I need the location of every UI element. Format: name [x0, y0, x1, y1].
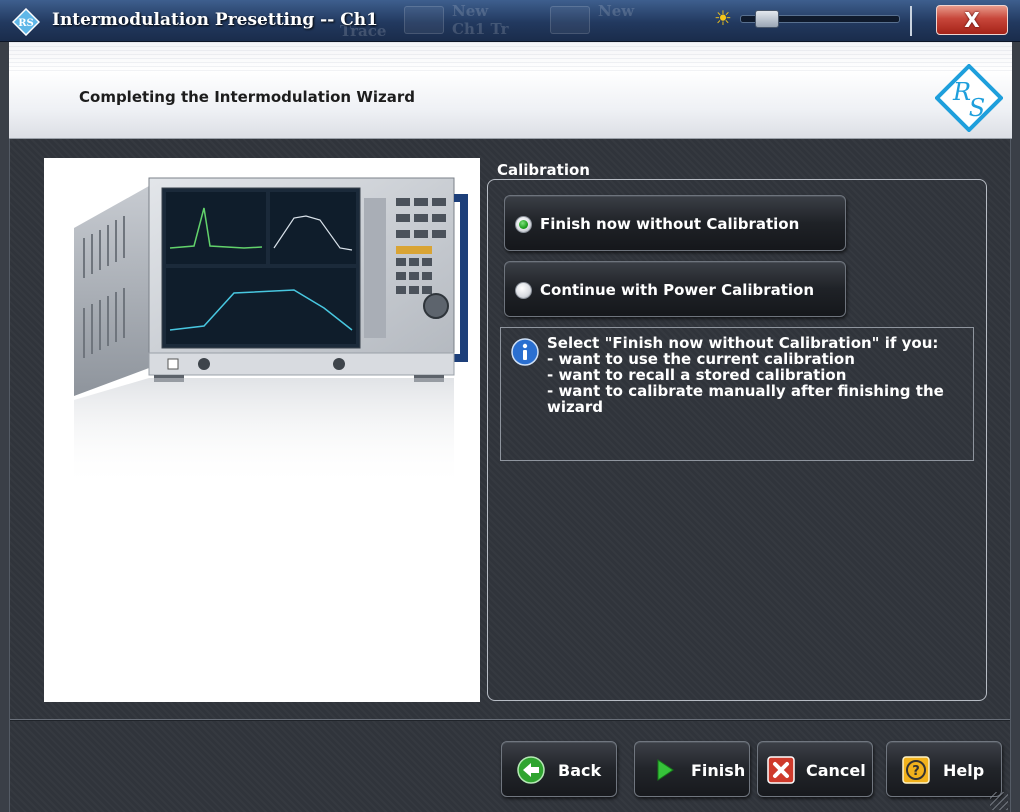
- close-button[interactable]: X: [936, 5, 1008, 35]
- close-icon: X: [964, 8, 980, 32]
- info-box: Select "Finish now without Calibration" …: [500, 327, 974, 461]
- instrument-image: [44, 158, 480, 702]
- wizard-body: Calibration Finish now without Calibrati…: [10, 139, 1010, 812]
- page-title: Completing the Intermodulation Wizard: [79, 88, 415, 106]
- radio-unselected-icon: [515, 282, 532, 299]
- cancel-label: Cancel: [806, 761, 866, 780]
- background-toolbar-label: Ch1 Tr: [452, 20, 509, 38]
- back-button[interactable]: Back: [501, 741, 617, 797]
- svg-text:RS: RS: [18, 18, 34, 29]
- window-title: Intermodulation Presetting -- Ch1: [52, 10, 378, 30]
- x-box-icon: [767, 756, 795, 784]
- window-border-left: [0, 42, 10, 812]
- brightness-slider-thumb[interactable]: [755, 10, 779, 28]
- cancel-button[interactable]: Cancel: [757, 741, 873, 797]
- background-toolbar-label: New: [452, 2, 489, 20]
- header-texture: [9, 42, 1012, 72]
- option-label: Finish now without Calibration: [540, 215, 800, 233]
- arrow-left-circle-icon: [517, 756, 545, 784]
- background-toolbar-label: New: [598, 2, 635, 20]
- title-separator: [910, 6, 912, 36]
- window-border-right: [1010, 42, 1020, 812]
- info-circle-icon: [511, 338, 539, 366]
- radio-selected-icon: [515, 216, 532, 233]
- back-label: Back: [558, 761, 602, 780]
- play-triangle-icon: [657, 759, 674, 781]
- help-button[interactable]: ? Help: [886, 741, 1002, 797]
- finish-button[interactable]: Finish: [634, 741, 750, 797]
- resize-grip[interactable]: [990, 792, 1008, 810]
- svg-text:S: S: [969, 94, 985, 122]
- svg-text:?: ?: [912, 764, 920, 779]
- finish-label: Finish: [691, 761, 746, 780]
- finish-without-calibration-option[interactable]: Finish now without Calibration: [504, 195, 846, 251]
- calibration-label: Calibration: [497, 161, 590, 179]
- wizard-header: Completing the Intermodulation Wizard R …: [9, 42, 1012, 139]
- rs-app-icon: RS: [12, 8, 40, 36]
- brightness-icon: ☀: [714, 6, 732, 30]
- continue-power-calibration-option[interactable]: Continue with Power Calibration: [504, 261, 846, 317]
- title-bar: New Ch1 Tr New Trace RS Intermodulation …: [0, 0, 1020, 42]
- question-bubble-icon: ?: [902, 756, 930, 784]
- background-toolbar-icon: [550, 6, 590, 34]
- info-text: Select "Finish now without Calibration" …: [547, 334, 944, 416]
- background-toolbar-icon: [404, 6, 444, 34]
- rs-logo: R S: [935, 64, 1003, 132]
- network-analyzer-picture: [74, 177, 468, 488]
- option-label: Continue with Power Calibration: [540, 281, 815, 299]
- help-label: Help: [943, 761, 985, 780]
- footer-divider: [10, 719, 1010, 721]
